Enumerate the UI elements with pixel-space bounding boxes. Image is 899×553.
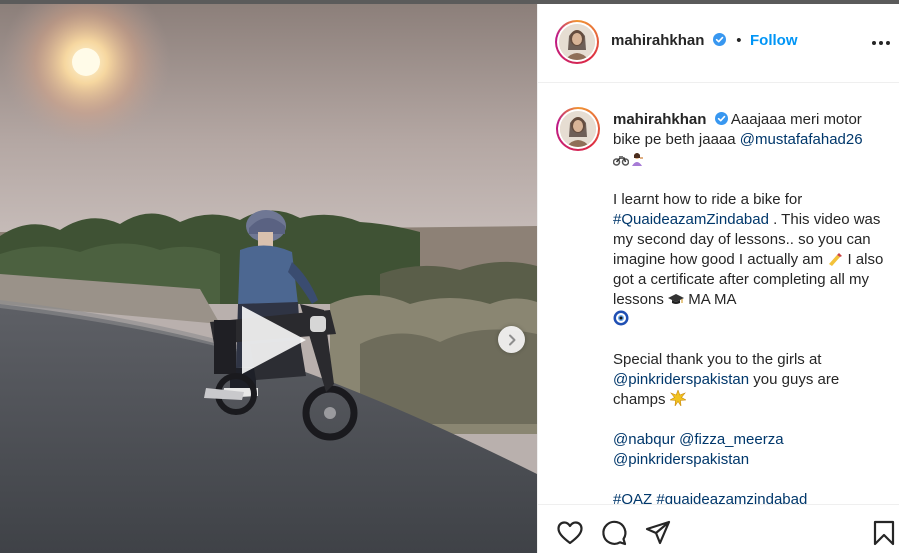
graduation-cap-emoji-icon	[668, 294, 685, 304]
nail-polish-emoji-icon	[829, 253, 843, 266]
follow-button[interactable]: Follow	[750, 32, 798, 49]
evil-eye-emoji-icon	[613, 310, 629, 326]
caption-p2a: I learnt how to ride a bike for	[613, 191, 803, 208]
hashtag-link[interactable]: #QAZ	[613, 491, 652, 504]
share-icon	[645, 520, 671, 545]
post-header: mahirahkhan • Follow	[538, 4, 899, 83]
save-button[interactable]	[870, 519, 898, 547]
separator-dot: •	[736, 32, 742, 49]
play-icon	[242, 306, 306, 374]
share-button[interactable]	[644, 519, 672, 547]
hashtag-link[interactable]: #quaideazamzindabad	[656, 491, 807, 504]
motorcycle-emoji-icon	[613, 156, 629, 166]
caption-username[interactable]: mahirahkhan	[613, 111, 706, 128]
mention-link[interactable]: @mustafafahad26	[740, 131, 863, 148]
chevron-right-icon	[508, 334, 515, 345]
video-frame	[0, 4, 537, 553]
post-side-panel: mahirahkhan • Follow mahirahkhan Aaajaaa…	[537, 4, 899, 553]
heart-icon	[557, 521, 583, 545]
woman-gesturing-emoji-icon	[632, 153, 643, 166]
author-username[interactable]: mahirahkhan	[611, 32, 704, 49]
bookmark-icon	[873, 520, 895, 546]
author-avatar[interactable]	[555, 20, 599, 64]
mention-link[interactable]: @pinkriderspakistan	[613, 451, 749, 468]
sparkle-burst-emoji-icon	[669, 390, 686, 406]
verified-badge-icon	[712, 33, 726, 46]
caption-p2d: MA MA	[684, 291, 737, 308]
comment-button[interactable]	[600, 519, 628, 547]
caption-p3a: Special thank you to the girls at	[613, 351, 822, 368]
caption-area: mahirahkhan Aaajaaa meri motor bike pe b…	[538, 84, 899, 504]
avatar-image	[559, 24, 595, 60]
play-button[interactable]	[238, 304, 310, 376]
verified-badge-icon	[714, 112, 728, 125]
comment-icon	[602, 520, 627, 546]
mention-link[interactable]: @pinkriderspakistan	[613, 371, 749, 388]
next-media-button[interactable]	[498, 326, 525, 353]
action-bar	[538, 504, 899, 553]
mention-link[interactable]: @fizza_meerza	[679, 431, 783, 448]
caption-text: mahirahkhan Aaajaaa meri motor bike pe b…	[613, 110, 891, 504]
hashtag-link[interactable]: #QuaideazamZindabad	[613, 211, 769, 228]
caption-author-avatar[interactable]	[556, 107, 600, 151]
mention-link[interactable]: @nabqur	[613, 431, 675, 448]
like-button[interactable]	[556, 519, 584, 547]
more-options-icon[interactable]	[872, 34, 890, 52]
post-video[interactable]	[0, 4, 537, 553]
avatar-image	[560, 111, 596, 147]
